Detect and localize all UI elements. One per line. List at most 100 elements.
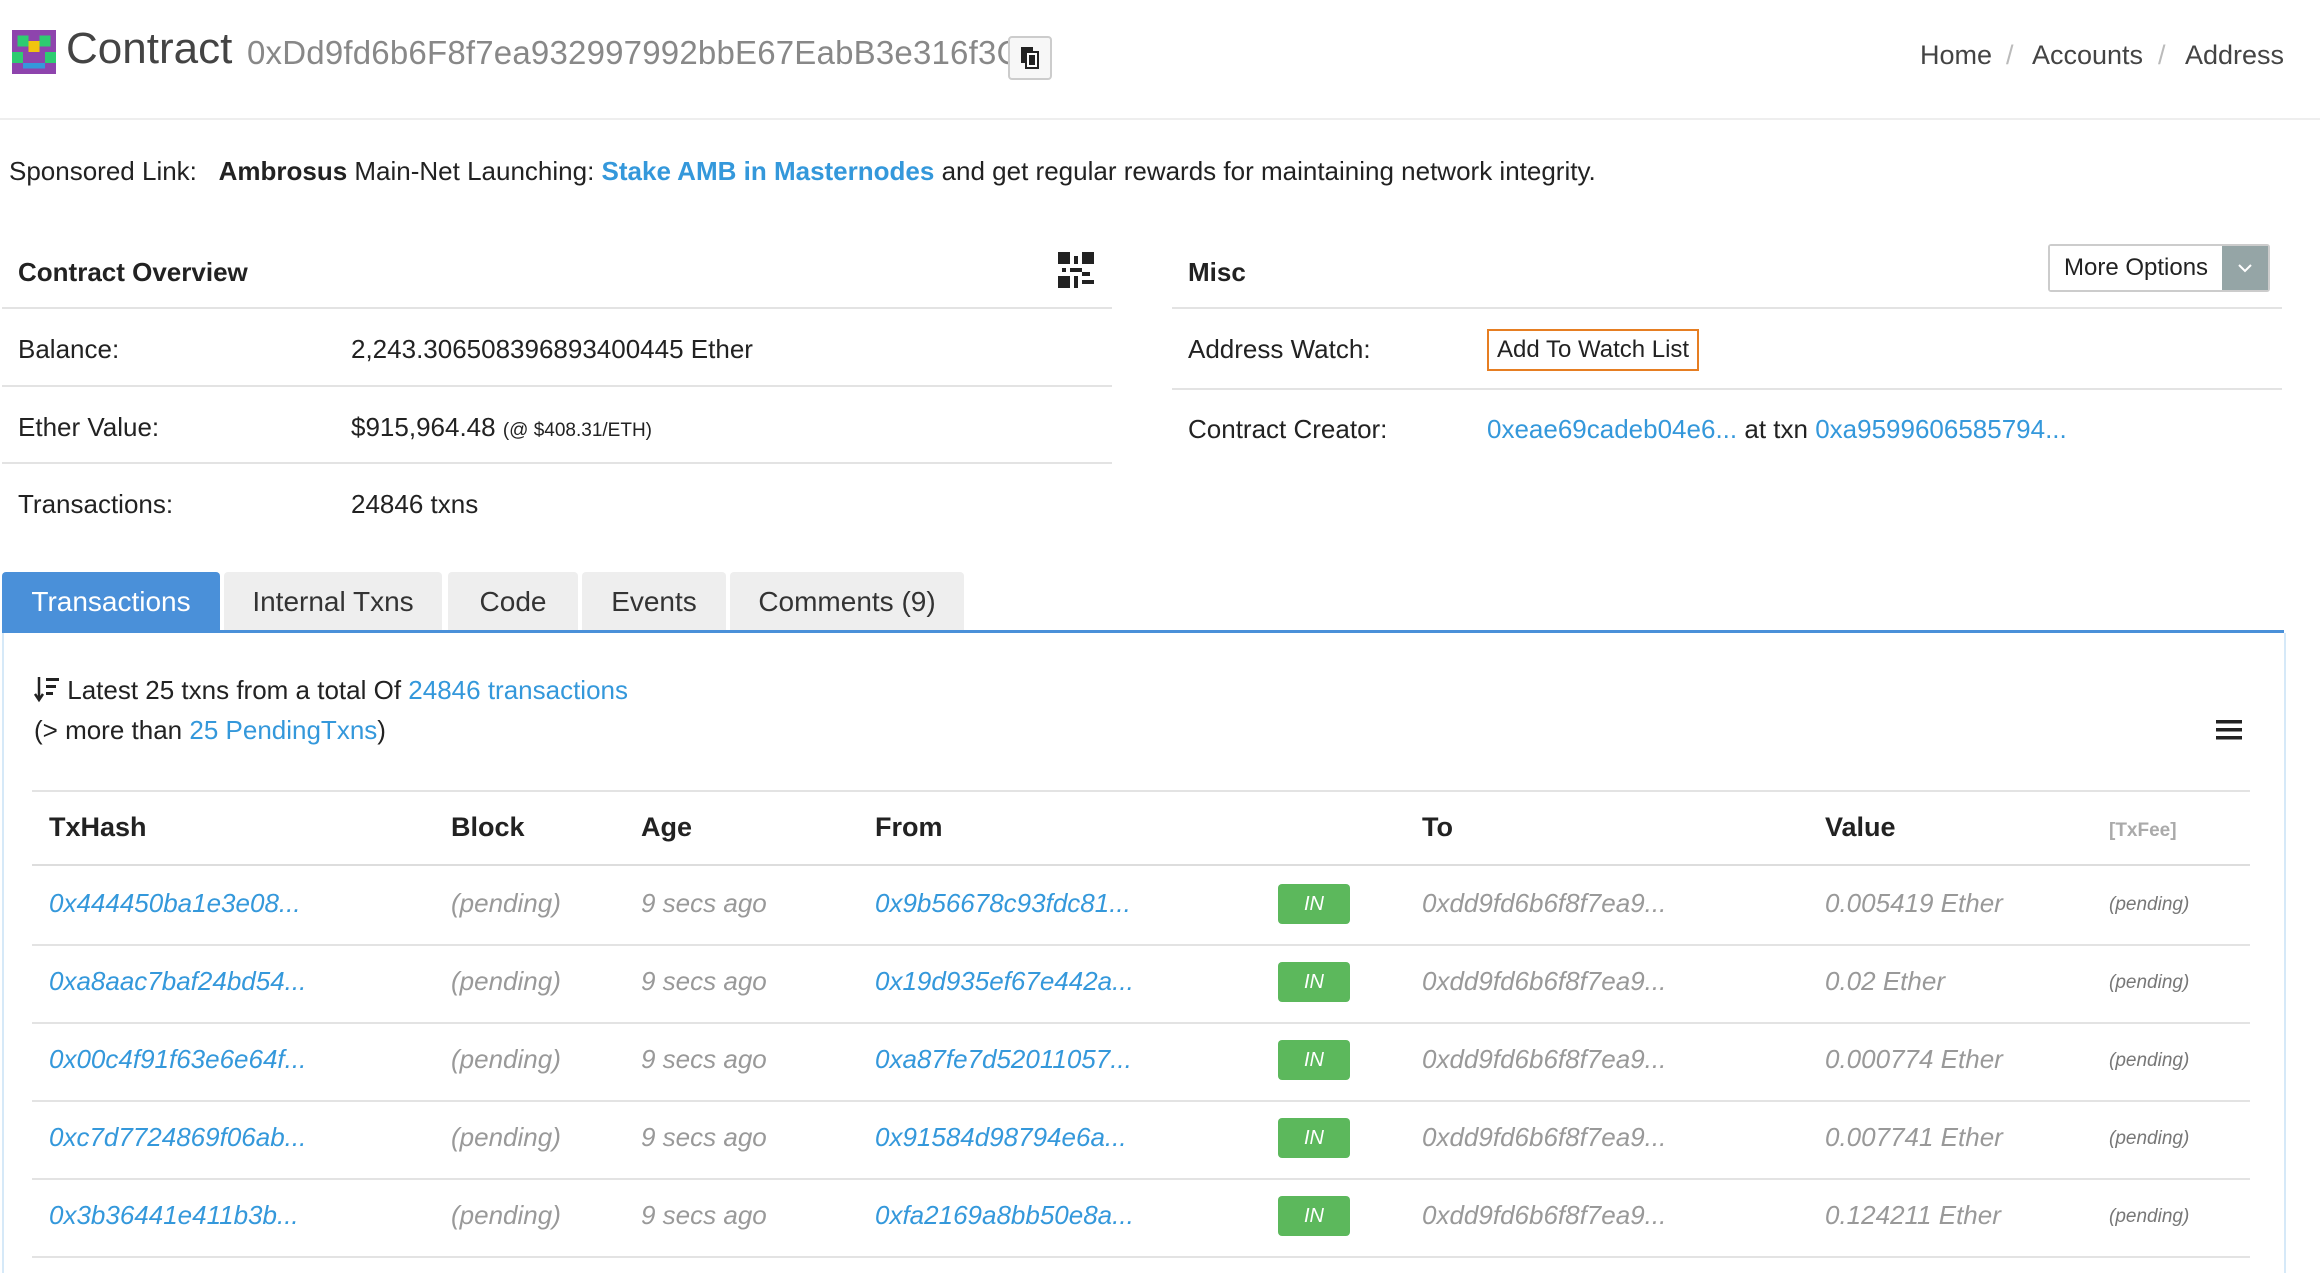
transactions-value: 24846 txns bbox=[351, 489, 479, 519]
from-address-link[interactable]: 0x91584d98794e6a... bbox=[875, 1122, 1127, 1153]
col-header-block: Block bbox=[451, 812, 525, 842]
transactions-summary: Latest 25 txns from a total Of 24846 tra… bbox=[33, 675, 629, 745]
contract-creator-value: 0xeae69cadeb04e6... at txn 0xa9599606585… bbox=[1487, 414, 2067, 445]
balance-value: 2,243.306508396893400445 Ether bbox=[351, 334, 753, 364]
ether-rate: (@ $408.31/ETH) bbox=[502, 420, 653, 441]
chevron-down-icon bbox=[2222, 246, 2269, 290]
page-title: Contract bbox=[66, 24, 233, 73]
value-cell: 0.000774 Ether bbox=[1825, 1044, 2003, 1074]
breadcrumb-accounts[interactable]: Accounts bbox=[2032, 40, 2143, 71]
col-header-txfee[interactable]: [TxFee] bbox=[2109, 820, 2177, 842]
pending-txns-link[interactable]: 25 PendingTxns bbox=[189, 715, 377, 745]
txhash-link[interactable]: 0x00c4f91f63e6e64f... bbox=[49, 1044, 306, 1075]
ether-value: $915,964.48 (@ $408.31/ETH) bbox=[351, 412, 653, 442]
age-cell: 9 secs ago bbox=[641, 1200, 767, 1230]
contract-address: 0xDd9fd6b6F8f7ea932997992bbE67EabB3e316f… bbox=[247, 34, 1021, 71]
from-address-link[interactable]: 0xa87fe7d52011057... bbox=[875, 1044, 1132, 1075]
table-row: 0x3b36441e411b3b... (pending) 9 secs ago 0x… bbox=[32, 1178, 2250, 1258]
tab-internal-txns[interactable]: Internal Txns bbox=[224, 572, 442, 632]
table-row: 0xa8aac7baf24bd54... (pending) 9 secs ago 0… bbox=[32, 944, 2250, 1024]
value-cell: 0.005419 Ether bbox=[1825, 888, 2003, 918]
overview-title: Contract Overview bbox=[18, 257, 248, 287]
ether-value-label: Ether Value: bbox=[18, 412, 160, 442]
direction-badge: IN bbox=[1278, 1118, 1350, 1158]
txfee-cell: (pending) bbox=[2109, 1128, 2190, 1149]
summary-pending-prefix: (> more than bbox=[34, 715, 183, 745]
sponsor-text-2: and get regular rewards for maintaining … bbox=[941, 156, 1596, 186]
col-header-to: To bbox=[1422, 812, 1453, 842]
col-header-txhash: TxHash bbox=[49, 812, 147, 842]
creator-address-link[interactable]: 0xeae69cadeb04e6... bbox=[1487, 414, 1737, 444]
breadcrumb-separator: / bbox=[2158, 40, 2166, 70]
at-txn-text: at txn bbox=[1744, 414, 1808, 444]
to-address-cell: 0xdd9fd6b6f8f7ea9... bbox=[1422, 1200, 1667, 1230]
sponsor-label: Sponsored Link: bbox=[9, 156, 197, 186]
block-cell: (pending) bbox=[451, 888, 561, 918]
block-cell: (pending) bbox=[451, 1044, 561, 1074]
value-cell: 0.124211 Ether bbox=[1825, 1200, 2001, 1230]
from-address-link[interactable]: 0x19d935ef67e442a... bbox=[875, 966, 1134, 997]
txfee-cell: (pending) bbox=[2109, 972, 2190, 993]
from-address-link[interactable]: 0xfa2169a8bb50e8a... bbox=[875, 1200, 1134, 1231]
total-transactions-link[interactable]: 24846 transactions bbox=[408, 675, 628, 705]
to-address-cell: 0xdd9fd6b6f8f7ea9... bbox=[1422, 888, 1667, 918]
contract-identicon bbox=[12, 30, 56, 74]
more-options-dropdown[interactable]: More Options bbox=[2048, 244, 2271, 292]
sponsor-brand: Ambrosus bbox=[218, 156, 348, 186]
creator-txn-link[interactable]: 0xa9599606585794... bbox=[1815, 414, 2067, 444]
txhash-link[interactable]: 0xc7d7724869f06ab... bbox=[49, 1122, 306, 1153]
tab-events[interactable]: Events bbox=[582, 572, 726, 632]
txfee-cell: (pending) bbox=[2109, 894, 2190, 915]
age-cell: 9 secs ago bbox=[641, 888, 767, 918]
misc-title: Misc bbox=[1188, 257, 1246, 287]
hamburger-menu-icon[interactable] bbox=[2216, 718, 2242, 742]
sponsor-text: Main-Net Launching: bbox=[354, 156, 595, 186]
breadcrumb-address[interactable]: Address bbox=[2185, 40, 2284, 71]
to-address-cell: 0xdd9fd6b6f8f7ea9... bbox=[1422, 966, 1667, 996]
transactions-label: Transactions: bbox=[18, 489, 174, 519]
tab-comments[interactable]: Comments (9) bbox=[730, 572, 964, 632]
age-cell: 9 secs ago bbox=[641, 1044, 767, 1074]
breadcrumb-separator: / bbox=[2006, 40, 2014, 70]
copy-address-button[interactable] bbox=[1008, 36, 1052, 80]
address-watch-label: Address Watch: bbox=[1188, 334, 1371, 364]
breadcrumb-home[interactable]: Home bbox=[1920, 40, 1992, 71]
age-cell: 9 secs ago bbox=[641, 966, 767, 996]
tab-code[interactable]: Code bbox=[448, 572, 578, 632]
copy-icon bbox=[1021, 47, 1039, 69]
txfee-cell: (pending) bbox=[2109, 1206, 2190, 1227]
direction-badge: IN bbox=[1278, 962, 1350, 1002]
from-address-link[interactable]: 0x9b56678c93fdc81... bbox=[875, 888, 1131, 919]
table-row: 0x444450ba1e3e08... (pending) 9 secs ago 0x… bbox=[32, 866, 2250, 946]
value-cell: 0.02 Ether bbox=[1825, 966, 1945, 996]
txhash-link[interactable]: 0x3b36441e411b3b... bbox=[49, 1200, 299, 1231]
sort-icon bbox=[33, 677, 59, 703]
txfee-cell: (pending) bbox=[2109, 1050, 2190, 1071]
block-cell: (pending) bbox=[451, 1200, 561, 1230]
direction-badge: IN bbox=[1278, 1196, 1350, 1236]
more-options-label: More Options bbox=[2050, 246, 2223, 290]
contract-creator-label: Contract Creator: bbox=[1188, 414, 1388, 444]
summary-text: Latest 25 txns from a total Of bbox=[67, 675, 402, 705]
txhash-link[interactable]: 0x444450ba1e3e08... bbox=[49, 888, 301, 919]
tab-transactions[interactable]: Transactions bbox=[2, 572, 220, 632]
sponsored-link-banner: Sponsored Link: Ambrosus Main-Net Launch… bbox=[9, 156, 1596, 187]
block-cell: (pending) bbox=[451, 1122, 561, 1152]
balance-label: Balance: bbox=[18, 334, 120, 364]
add-to-watch-list-button[interactable]: Add To Watch List bbox=[1487, 329, 1700, 371]
block-cell: (pending) bbox=[451, 966, 561, 996]
to-address-cell: 0xdd9fd6b6f8f7ea9... bbox=[1422, 1044, 1667, 1074]
direction-badge: IN bbox=[1278, 884, 1350, 924]
txhash-link[interactable]: 0xa8aac7baf24bd54... bbox=[49, 966, 306, 997]
age-cell: 9 secs ago bbox=[641, 1122, 767, 1152]
table-row: 0xc7d7724869f06ab... (pending) 9 secs ago 0… bbox=[32, 1100, 2250, 1180]
to-address-cell: 0xdd9fd6b6f8f7ea9... bbox=[1422, 1122, 1667, 1152]
col-header-value: Value bbox=[1825, 812, 1896, 842]
direction-badge: IN bbox=[1278, 1040, 1350, 1080]
col-header-age: Age bbox=[641, 812, 693, 842]
col-header-from: From bbox=[875, 812, 943, 842]
value-cell: 0.007741 Ether bbox=[1825, 1122, 2003, 1152]
qr-code-icon[interactable] bbox=[1058, 252, 1094, 288]
table-row: 0x00c4f91f63e6e64f... (pending) 9 secs ago… bbox=[32, 1022, 2250, 1102]
sponsor-link[interactable]: Stake AMB in Masternodes bbox=[602, 156, 935, 186]
